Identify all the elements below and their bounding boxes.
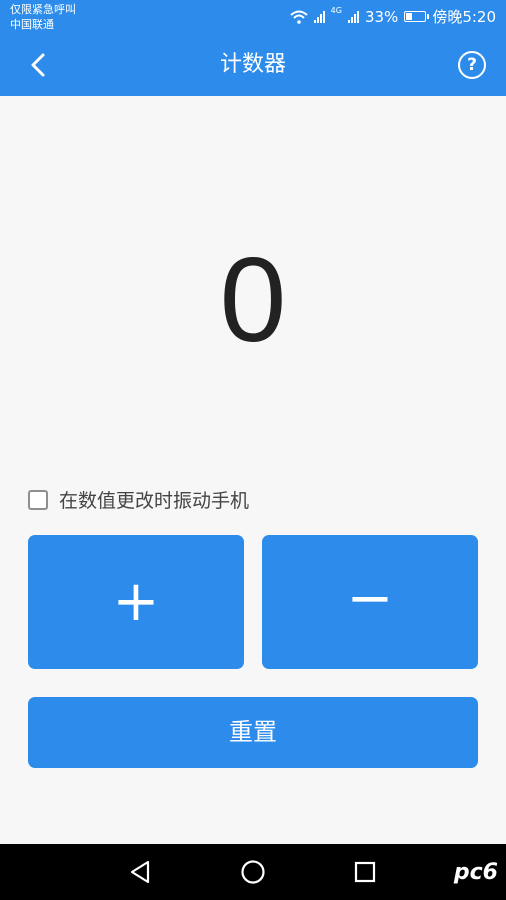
clock: 傍晚5:20 [432,8,496,26]
nav-back-button[interactable] [126,858,154,890]
nav-recents-button[interactable] [351,858,379,890]
vibrate-option[interactable]: 在数值更改时振动手机 [28,486,249,513]
system-nav-bar: pc6 [0,844,506,900]
vibrate-label: 在数值更改时振动手机 [59,490,250,512]
back-button[interactable] [24,48,58,82]
decrement-button[interactable]: − [262,535,478,669]
signal-icon-2 [347,10,359,23]
wifi-icon [290,10,308,24]
carrier-info: 仅限紧急呼叫 中国联通 [10,2,76,32]
reset-button[interactable]: 重置 [28,697,478,768]
signal-icon-1 [313,10,325,23]
question-circle-icon: ? [467,55,477,75]
page-title: 计数器 [219,52,286,77]
emergency-text: 仅限紧急呼叫 [10,3,76,16]
nav-home-button[interactable] [239,858,267,890]
status-bar: 仅限紧急呼叫 中国联通 4G 33% 傍晚5:20 [0,0,506,34]
watermark-logo: pc6 [453,860,498,885]
carrier-name: 中国联通 [10,18,54,31]
help-button[interactable]: ? [458,51,486,79]
circle-home-icon [241,860,265,884]
network-type: 4G [330,6,342,15]
increment-button[interactable]: + [28,535,244,669]
battery-percent: 33% [364,7,399,26]
chevron-left-icon [31,53,45,77]
counter-value: 0 [219,233,287,367]
app-bar: 计数器 ? [0,34,506,96]
vibrate-checkbox[interactable] [28,489,48,510]
triangle-back-icon [130,860,150,884]
status-indicators: 4G 33% 傍晚5:20 [290,6,496,27]
square-recents-icon [354,861,376,883]
battery-icon [404,11,430,22]
